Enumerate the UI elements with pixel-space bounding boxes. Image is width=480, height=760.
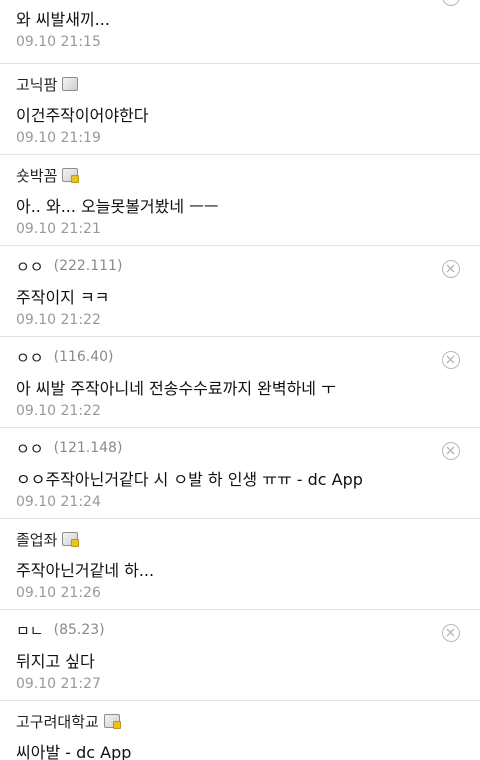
- comment-item: ㅁㄴ (85.23) 뒤지고 싶다 09.10 21:27: [0, 610, 480, 701]
- comment-date: 09.10 21:27: [16, 676, 101, 692]
- comment-text: 이건주작이어야한다: [16, 106, 149, 125]
- comment-date: 09.10 21:19: [16, 130, 101, 146]
- comment-item: 와 씨발새끼... 09.10 21:15: [0, 0, 480, 64]
- delete-comment-icon[interactable]: [442, 260, 460, 278]
- comment-text: 아 씨발 주작아니네 전송수수료까지 완벽하네 ㅜ: [16, 379, 336, 398]
- comment-ip: (121.148): [53, 440, 123, 456]
- comment-text: 주작아닌거같네 하...: [16, 561, 155, 580]
- gallery-nick-badge-icon: [62, 168, 80, 183]
- delete-comment-icon[interactable]: [442, 0, 460, 6]
- comment-ip: (116.40): [53, 349, 114, 365]
- comment-ip: (222.111): [53, 258, 123, 274]
- gallery-nick-badge-icon: [62, 532, 80, 547]
- comment-item: 숏박꼼 아.. 와... 오늘못볼거봤네 ㅡㅡ 09.10 21:21: [0, 155, 480, 246]
- comment-nickname[interactable]: ㅇㅇ: [16, 256, 44, 277]
- comment-text: 씨아발 - dc App: [16, 743, 132, 760]
- delete-comment-icon[interactable]: [442, 351, 460, 369]
- comment-item: ㅇㅇ (222.111) 주작이지 ㅋㅋ 09.10 21:22: [0, 246, 480, 337]
- comment-nickname[interactable]: ㅇㅇ: [16, 347, 44, 368]
- comment-date: 09.10 21:22: [16, 312, 101, 328]
- delete-comment-icon[interactable]: [442, 624, 460, 642]
- comment-text: ㅇㅇ주작아닌거같다 시 ㅇ발 하 인생 ㅠㅠ - dc App: [16, 470, 363, 489]
- comment-date: 09.10 21:24: [16, 494, 101, 510]
- comment-text: 와 씨발새끼...: [16, 10, 110, 29]
- comment-nickname[interactable]: 졸업좌: [16, 529, 57, 550]
- comment-nickname[interactable]: 고닉팜: [16, 74, 57, 95]
- comment-list: 와 씨발새끼... 09.10 21:15 고닉팜 이건주작이어야한다 09.1…: [0, 0, 480, 760]
- comment-date: 09.10 21:22: [16, 403, 101, 419]
- comment-text: 주작이지 ㅋㅋ: [16, 288, 110, 307]
- comment-text: 뒤지고 싶다: [16, 652, 95, 671]
- comment-item: 고구려대학교 씨아발 - dc App: [0, 701, 480, 760]
- gallery-nick-badge-icon: [103, 714, 121, 729]
- comment-item: 고닉팜 이건주작이어야한다 09.10 21:19: [0, 64, 480, 155]
- comment-item: 졸업좌 주작아닌거같네 하... 09.10 21:26: [0, 519, 480, 610]
- comment-ip: (85.23): [53, 622, 105, 638]
- comment-item: ㅇㅇ (121.148) ㅇㅇ주작아닌거같다 시 ㅇ발 하 인생 ㅠㅠ - dc…: [0, 428, 480, 519]
- comment-date: 09.10 21:21: [16, 221, 101, 237]
- comment-nickname[interactable]: ㅇㅇ: [16, 438, 44, 459]
- comment-date: 09.10 21:26: [16, 585, 101, 601]
- delete-comment-icon[interactable]: [442, 442, 460, 460]
- fixed-nick-badge-icon: [62, 77, 79, 91]
- comment-text: 아.. 와... 오늘못볼거봤네 ㅡㅡ: [16, 197, 219, 216]
- comment-nickname[interactable]: 숏박꼼: [16, 165, 57, 186]
- comment-nickname[interactable]: 고구려대학교: [16, 711, 99, 732]
- comment-item: ㅇㅇ (116.40) 아 씨발 주작아니네 전송수수료까지 완벽하네 ㅜ 09…: [0, 337, 480, 428]
- comment-date: 09.10 21:15: [16, 34, 101, 50]
- comment-nickname[interactable]: ㅁㄴ: [16, 620, 44, 641]
